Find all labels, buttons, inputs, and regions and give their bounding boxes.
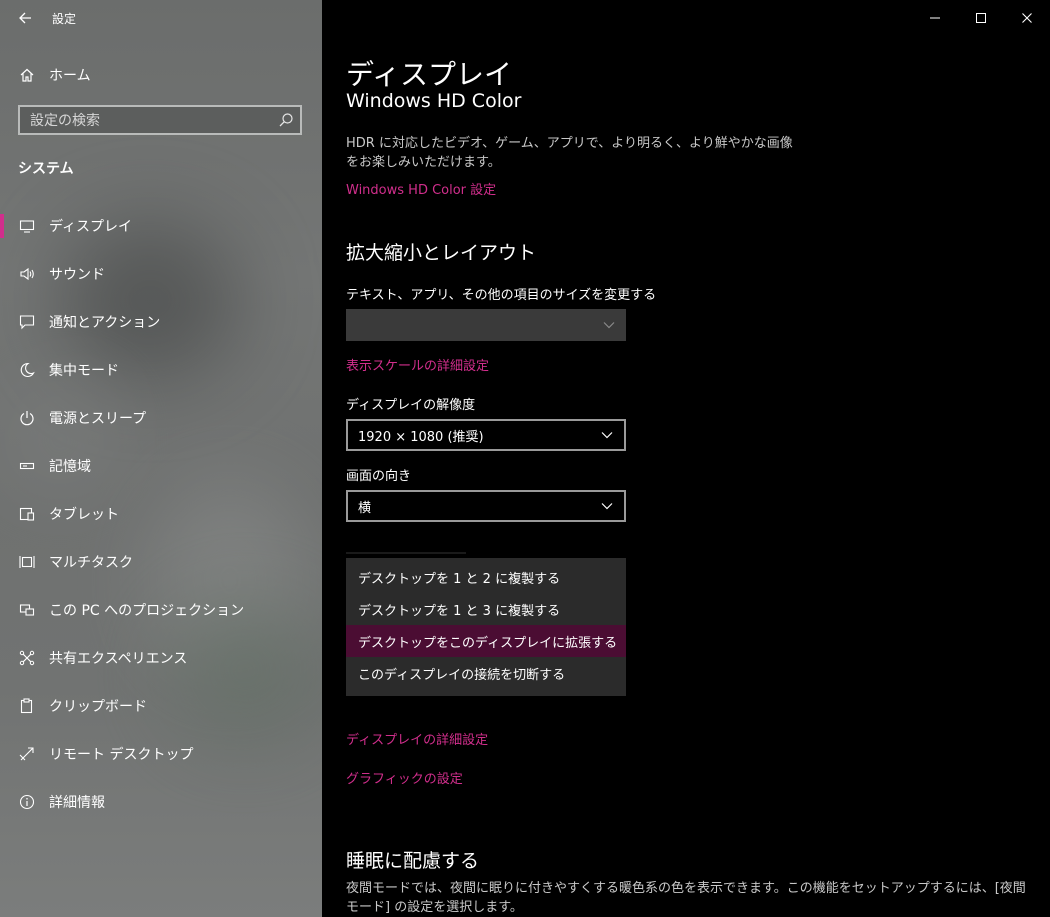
sidebar-item-power-sleep[interactable]: 電源とスリープ	[0, 394, 322, 442]
maximize-button[interactable]	[958, 0, 1004, 36]
home-icon	[18, 66, 36, 84]
search-box[interactable]: 設定の検索	[18, 105, 302, 135]
orientation-value: 横	[358, 500, 372, 516]
notification-icon	[18, 313, 36, 331]
advanced-scaling-link[interactable]: 表示スケールの詳細設定	[346, 355, 489, 374]
sidebar-item-tablet[interactable]: タブレット	[0, 490, 322, 538]
search-input[interactable]: 設定の検索	[30, 110, 100, 130]
sidebar-item-storage[interactable]: 記憶域	[0, 442, 322, 490]
sidebar: 設定 ホーム 設定の検索 システム ディスプレイ サウンド 通知とアクション 集…	[0, 0, 322, 917]
search-icon[interactable]	[278, 112, 294, 128]
sidebar-item-clipboard[interactable]: クリップボード	[0, 682, 322, 730]
sidebar-item-label: 詳細情報	[49, 795, 105, 811]
menu-item-duplicate-1-3[interactable]: デスクトップを 1 と 3 に複製する	[346, 593, 626, 625]
size-label: テキスト、アプリ、その他の項目のサイズを変更する	[346, 288, 657, 303]
chevron-down-icon	[601, 503, 613, 510]
resolution-dropdown[interactable]: 1920 × 1080 (推奨)	[346, 419, 626, 451]
power-icon	[18, 409, 36, 427]
moon-icon	[18, 361, 36, 379]
tablet-icon	[18, 505, 36, 523]
chevron-down-icon	[603, 322, 615, 329]
multitask-icon	[18, 553, 36, 571]
sidebar-item-label: タブレット	[49, 507, 119, 523]
hidden-label-fragment	[346, 552, 466, 554]
chevron-down-icon	[601, 432, 613, 439]
resolution-value: 1920 × 1080 (推奨)	[358, 429, 484, 445]
hdr-settings-link[interactable]: Windows HD Color 設定	[346, 179, 496, 198]
minimize-icon	[930, 17, 940, 19]
sidebar-item-label: ディスプレイ	[49, 219, 133, 235]
orientation-dropdown[interactable]: 横	[346, 490, 626, 522]
sidebar-item-remote-desktop[interactable]: リモート デスクトップ	[0, 730, 322, 778]
sleep-heading: 睡眠に配慮する	[346, 850, 480, 872]
menu-item-label: デスクトップを 1 と 2 に複製する	[358, 571, 561, 587]
sidebar-item-label: この PC へのプロジェクション	[49, 603, 245, 619]
title-bar: 設定	[0, 0, 322, 36]
clipboard-icon	[18, 697, 36, 715]
sidebar-item-label: 通知とアクション	[49, 315, 161, 331]
minimize-button[interactable]	[912, 0, 958, 36]
menu-item-label: デスクトップをこのディスプレイに拡張する	[358, 635, 618, 651]
scale-dropdown[interactable]	[346, 309, 626, 341]
sidebar-section-title: システム	[18, 161, 74, 177]
sidebar-item-label: 記憶域	[49, 459, 91, 475]
storage-icon	[18, 457, 36, 475]
sidebar-item-notifications[interactable]: 通知とアクション	[0, 298, 322, 346]
menu-item-duplicate-1-2[interactable]: デスクトップを 1 と 2 に複製する	[346, 561, 626, 593]
sidebar-item-label: リモート デスクトップ	[49, 747, 194, 763]
sidebar-item-focus-assist[interactable]: 集中モード	[0, 346, 322, 394]
sidebar-item-about[interactable]: 詳細情報	[0, 778, 322, 826]
multiple-displays-menu: デスクトップを 1 と 2 に複製する デスクトップを 1 と 3 に複製する …	[346, 558, 626, 696]
orientation-label: 画面の向き	[346, 469, 412, 484]
sidebar-item-label: サウンド	[49, 267, 105, 283]
monitor-icon	[18, 217, 36, 235]
window-title: 設定	[52, 11, 77, 26]
menu-item-extend[interactable]: デスクトップをこのディスプレイに拡張する	[346, 625, 626, 657]
remote-desktop-icon	[18, 745, 36, 763]
info-icon	[18, 793, 36, 811]
menu-item-label: デスクトップを 1 と 3 に複製する	[358, 603, 561, 619]
sidebar-item-label: 共有エクスペリエンス	[49, 651, 188, 667]
menu-item-label: このディスプレイの接続を切断する	[358, 667, 566, 683]
sidebar-item-display[interactable]: ディスプレイ	[0, 202, 322, 250]
projection-icon	[18, 601, 36, 619]
hdr-description: HDR に対応したビデオ、ゲーム、アプリで、より明るく、より鮮やかな画像をお楽し…	[346, 136, 793, 170]
sidebar-item-label: マルチタスク	[49, 555, 133, 571]
window-controls	[912, 0, 1050, 36]
sleep-description: 夜間モードでは、夜間に眠りに付きやすくする暖色系の色を表示できます。この機能をセ…	[346, 881, 1026, 915]
advanced-display-link[interactable]: ディスプレイの詳細設定	[346, 729, 488, 748]
maximize-icon	[976, 13, 986, 23]
home-label: ホーム	[49, 68, 91, 84]
menu-item-disconnect[interactable]: このディスプレイの接続を切断する	[346, 657, 626, 689]
sidebar-item-projection[interactable]: この PC へのプロジェクション	[0, 586, 322, 634]
resolution-label: ディスプレイの解像度	[346, 398, 476, 413]
sidebar-item-label: クリップボード	[49, 699, 147, 715]
close-icon	[1022, 13, 1032, 23]
sidebar-item-shared-experiences[interactable]: 共有エクスペリエンス	[0, 634, 322, 682]
sidebar-item-sound[interactable]: サウンド	[0, 250, 322, 298]
speaker-icon	[18, 265, 36, 283]
shared-experience-icon	[18, 649, 36, 667]
back-button[interactable]	[0, 0, 50, 36]
close-button[interactable]	[1004, 0, 1050, 36]
sidebar-item-label: 集中モード	[49, 363, 119, 379]
graphics-settings-link[interactable]: グラフィックの設定	[346, 768, 463, 787]
hdr-heading: Windows HD Color	[346, 90, 522, 108]
hdr-heading-clip: Windows HD Color	[346, 86, 746, 108]
sidebar-item-home[interactable]: ホーム	[0, 57, 322, 93]
back-arrow-icon	[19, 12, 31, 24]
sidebar-item-label: 電源とスリープ	[49, 411, 147, 427]
sidebar-item-multitasking[interactable]: マルチタスク	[0, 538, 322, 586]
scale-layout-heading: 拡大縮小とレイアウト	[346, 242, 537, 264]
sidebar-nav: ディスプレイ サウンド 通知とアクション 集中モード 電源とスリープ 記憶域 タ…	[0, 202, 322, 826]
